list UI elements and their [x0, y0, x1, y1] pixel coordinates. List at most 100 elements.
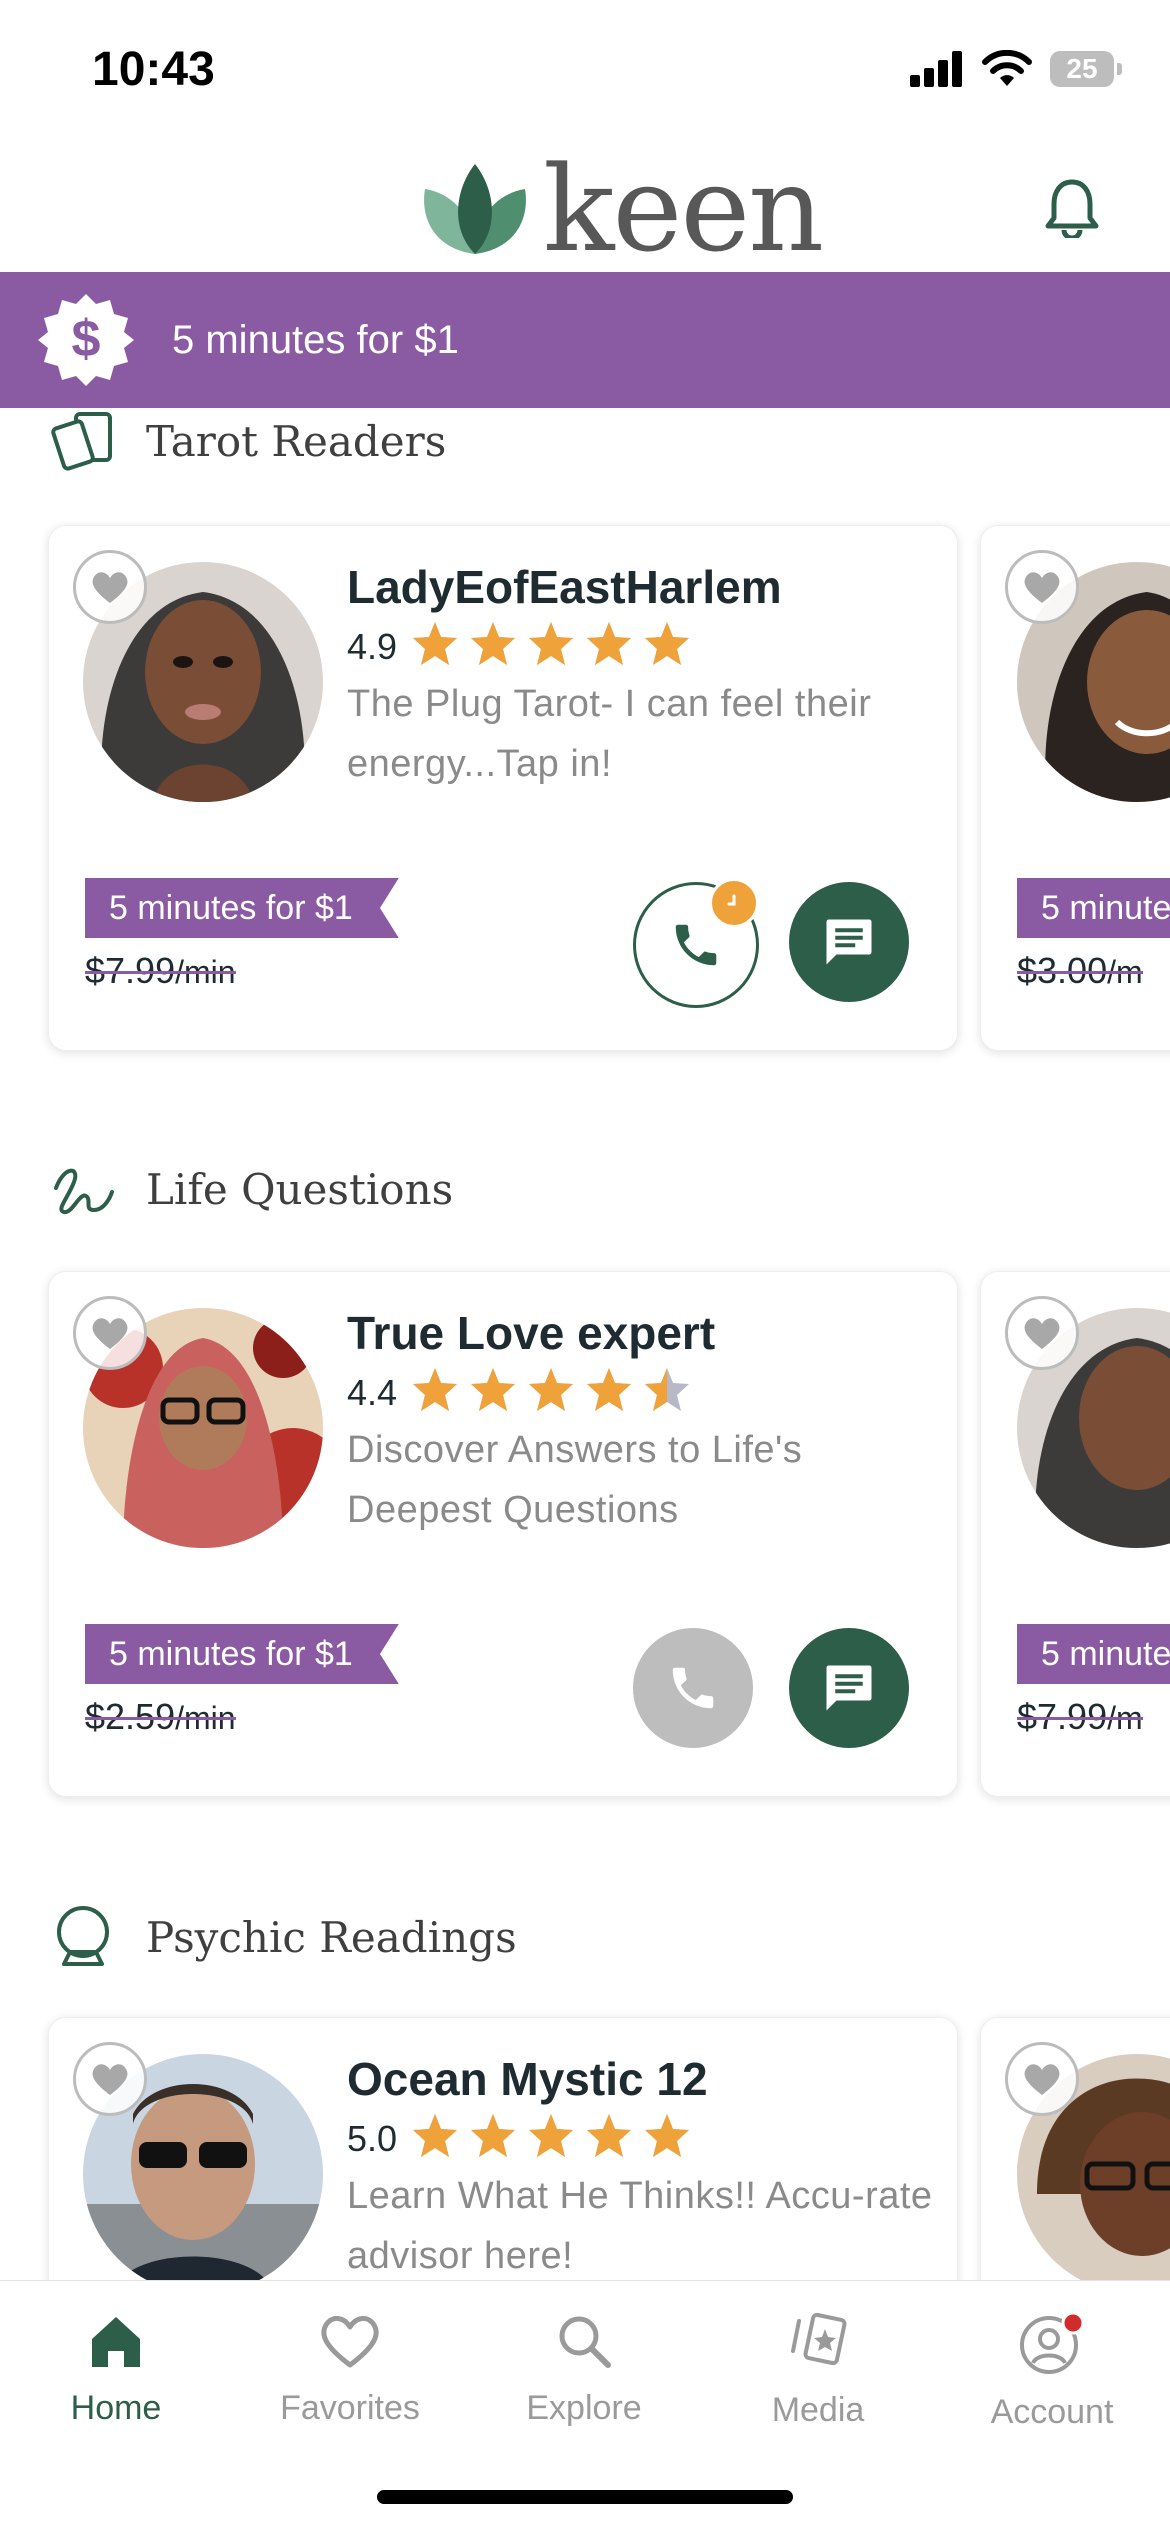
chat-icon [826, 919, 872, 965]
favorite-button[interactable] [73, 550, 147, 624]
svg-text:$: $ [72, 310, 101, 368]
logo-wordmark: keen [543, 140, 824, 278]
signal-icon [910, 51, 962, 87]
favorite-button[interactable] [1005, 550, 1079, 624]
star-icon [645, 2114, 690, 2157]
crystal-ball-icon [57, 1906, 109, 1966]
section-header-tarot[interactable]: Tarot Readers [50, 410, 446, 472]
favorite-button[interactable] [1005, 2042, 1079, 2116]
keen-logo: keen [415, 140, 824, 278]
advisor-rating: 5.0 [347, 2112, 701, 2165]
chat-icon [826, 1665, 872, 1711]
chat-button[interactable] [789, 1628, 909, 1748]
phone-icon [675, 924, 717, 966]
star-icon [529, 2114, 574, 2157]
heart-icon [92, 2064, 128, 2095]
advisor-rating: 4.4 [347, 1366, 701, 1419]
account-icon [1020, 2311, 1085, 2374]
advisor-card[interactable]: LadyEofEastHarlem 4.9 The Plug Tarot- I … [48, 525, 958, 1051]
section-header-life-questions[interactable]: Life Questions [50, 1158, 453, 1220]
promo-banner-text: 5 minutes for $1 [172, 317, 459, 362]
heart-icon [92, 1318, 128, 1349]
star-icon [529, 622, 574, 665]
promo-tag: 5 minutes for $1 [85, 1624, 399, 1684]
promo-tag: 5 minute [1017, 878, 1170, 938]
chat-button[interactable] [789, 882, 909, 1002]
favorite-button[interactable] [73, 1296, 147, 1370]
phone-icon [672, 1667, 714, 1709]
tab-account[interactable]: Account [952, 2311, 1152, 2432]
status-time: 10:43 [92, 43, 215, 96]
advisor-name: Ocean Mystic 12 [347, 2053, 708, 2105]
tab-media[interactable]: Media [718, 2311, 918, 2430]
promo-tag: 5 minutes for $1 [85, 878, 399, 938]
star-rating-icon [411, 620, 701, 673]
heart-icon [1024, 572, 1060, 603]
star-icon [471, 622, 516, 665]
advisor-name: LadyEofEastHarlem [347, 561, 782, 613]
section-title: Tarot Readers [146, 416, 447, 466]
section-header-psychic-readings[interactable]: Psychic Readings [50, 1904, 517, 1970]
original-price: $2.59/min [85, 1696, 236, 1738]
star-rating-icon [411, 1366, 701, 1419]
star-icon [587, 2114, 632, 2157]
star-icon [587, 1368, 632, 1411]
star-icon [471, 1368, 516, 1411]
home-icon [92, 2317, 140, 2367]
dollar-badge-icon: $ [38, 294, 134, 386]
tab-label: Favorites [280, 2389, 420, 2427]
advisor-description: The Plug Tarot- I can feel their energy.… [347, 683, 872, 785]
leaf-logo-icon [424, 164, 526, 254]
tab-home[interactable]: Home [16, 2311, 216, 2428]
wifi-icon [982, 50, 1032, 86]
tab-label: Media [771, 2391, 865, 2429]
cards-icon [791, 2312, 847, 2366]
tab-label: Explore [526, 2389, 642, 2427]
clock-badge-icon [709, 878, 759, 928]
star-icon [413, 1368, 458, 1411]
call-button-disabled[interactable] [633, 1628, 753, 1748]
star-icon [471, 2114, 516, 2157]
advisor-card-peek[interactable]: 5 minute $7.99/m [980, 1271, 1170, 1797]
tab-explore[interactable]: Explore [484, 2311, 684, 2428]
battery-icon: 25 [1050, 51, 1122, 87]
favorite-button[interactable] [1005, 1296, 1079, 1370]
advisor-card[interactable]: True Love expert 4.4 Discover Answers to… [48, 1271, 958, 1797]
home-indicator [377, 2490, 793, 2504]
original-price: $3.00/m [1017, 950, 1143, 992]
heart-icon [92, 572, 128, 603]
advisor-description: Discover Answers to Life's Deepest Quest… [347, 1429, 803, 1531]
tab-favorites[interactable]: Favorites [250, 2311, 450, 2428]
star-icon [529, 1368, 574, 1411]
original-price: $7.99/m [1017, 1696, 1143, 1738]
squiggle-icon [54, 1168, 114, 1214]
heart-icon [1024, 1318, 1060, 1349]
section-title: Psychic Readings [146, 1912, 517, 1962]
tab-label: Home [70, 2389, 162, 2427]
favorite-button[interactable] [73, 2042, 147, 2116]
tab-label: Account [990, 2393, 1114, 2431]
star-icon [645, 1368, 690, 1411]
rating-value: 4.9 [347, 625, 398, 667]
advisor-card-peek[interactable]: 5 minute $3.00/m [980, 525, 1170, 1051]
advisor-description: Learn What He Thinks!! Accu-rate advisor… [347, 2175, 933, 2277]
section-title: Life Questions [146, 1164, 454, 1214]
rating-value: 5.0 [347, 2117, 398, 2159]
heart-icon [321, 2316, 379, 2368]
star-icon [645, 622, 690, 665]
star-rating-icon [411, 2112, 701, 2165]
promo-banner[interactable]: $ 5 minutes for $1 [0, 272, 1170, 408]
advisor-name: True Love expert [347, 1307, 716, 1359]
rating-value: 4.4 [347, 1371, 398, 1413]
search-icon [559, 2316, 611, 2368]
heart-icon [1024, 2064, 1060, 2095]
star-icon [413, 2114, 458, 2157]
star-icon [413, 622, 458, 665]
tarot-cards-icon [51, 412, 112, 471]
status-icons: 25 [910, 50, 1122, 88]
promo-tag: 5 minute [1017, 1624, 1170, 1684]
advisor-rating: 4.9 [347, 620, 701, 673]
notifications-bell-icon[interactable] [1044, 178, 1100, 243]
star-icon [587, 622, 632, 665]
original-price: $7.99/min [85, 950, 236, 992]
